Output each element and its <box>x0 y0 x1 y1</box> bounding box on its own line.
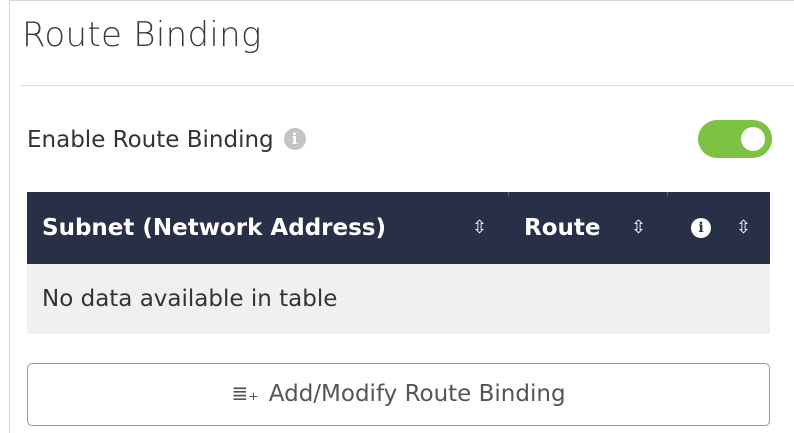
enable-route-binding-row: Enable Route Binding i <box>27 120 772 160</box>
table-header: Subnet (Network Address) ⇳ Route ⇳ i ⇳ <box>27 192 770 264</box>
empty-table-message: No data available in table <box>42 286 338 312</box>
info-icon[interactable]: i <box>283 127 306 150</box>
title-divider <box>20 85 794 86</box>
list-add-icon: ≣₊ <box>231 381 259 405</box>
column-header-route[interactable]: Route <box>524 192 600 264</box>
column-separator <box>508 192 509 196</box>
enable-route-binding-toggle[interactable] <box>698 120 772 158</box>
panel-title: Route Binding <box>22 15 262 55</box>
toggle-knob <box>741 127 765 151</box>
info-circle-icon[interactable]: i <box>691 218 711 238</box>
enable-route-binding-label: Enable Route Binding <box>27 127 274 153</box>
add-modify-route-binding-label: Add/Modify Route Binding <box>268 381 566 407</box>
column-header-subnet[interactable]: Subnet (Network Address) <box>42 192 386 264</box>
column-separator <box>667 192 668 196</box>
sort-icon[interactable]: ⇳ <box>736 192 751 264</box>
route-binding-table: Subnet (Network Address) ⇳ Route ⇳ i ⇳ N… <box>27 192 770 334</box>
enable-route-binding-label-group: Enable Route Binding i <box>27 126 306 154</box>
add-modify-route-binding-button[interactable]: ≣₊ Add/Modify Route Binding <box>27 363 770 426</box>
sort-icon[interactable]: ⇳ <box>631 192 646 264</box>
table-empty-row: No data available in table <box>27 264 770 334</box>
sort-icon[interactable]: ⇳ <box>472 192 487 264</box>
